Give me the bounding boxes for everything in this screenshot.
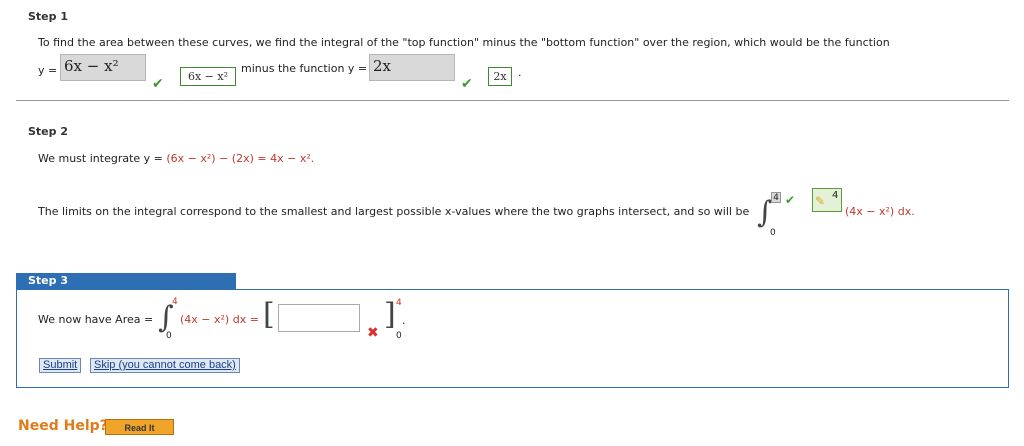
- key-icon: ✎: [815, 194, 826, 208]
- incorrect-icon: ✖: [367, 325, 379, 341]
- lower-limit: 0: [770, 228, 776, 238]
- integrate-prefix: We must integrate y =: [38, 152, 167, 165]
- area-prefix: We now have Area =: [38, 313, 154, 326]
- minus-function-text: minus the function y =: [241, 62, 368, 75]
- step3-dot: .: [402, 314, 406, 327]
- upper-limit-field[interactable]: 4: [771, 192, 781, 203]
- integrate-expression: (6x − x²) − (2x) = 4x − x².: [166, 152, 315, 165]
- y-label: y =: [38, 64, 58, 77]
- integrate-statement: We must integrate y = (6x − x²) − (2x) =…: [38, 152, 314, 165]
- correct-answer-bottom-function: 2x: [488, 67, 512, 86]
- step2-title: Step 2: [28, 125, 68, 138]
- answer-field-bottom-function[interactable]: 2x: [369, 54, 455, 81]
- correct-answer-top-function: 6x − x²: [180, 67, 236, 86]
- checkmark-icon: ✔: [785, 193, 796, 207]
- submit-button[interactable]: Submit: [39, 358, 82, 373]
- step3-integrand: (4x − x²) dx =: [180, 313, 259, 326]
- eval-upper: 4: [396, 298, 402, 308]
- checkmark-icon: ✔: [152, 76, 164, 92]
- period: .: [518, 66, 522, 79]
- checkmark-icon: ✔: [461, 76, 473, 92]
- limits-text: The limits on the integral correspond to…: [38, 205, 750, 218]
- area-answer-input[interactable]: [278, 304, 360, 332]
- integral-lower-limit: 0: [166, 331, 172, 341]
- step1-title: Step 1: [28, 10, 68, 23]
- integral-upper-limit: 4: [172, 297, 178, 307]
- answer-field-top-function[interactable]: 6x − x²: [60, 54, 146, 81]
- step3-title: Step 3: [16, 273, 236, 289]
- skip-button[interactable]: Skip (you cannot come back): [90, 358, 240, 373]
- read-it-button[interactable]: Read It: [105, 419, 174, 435]
- bracket-left: [: [263, 297, 275, 332]
- divider: [16, 100, 1009, 101]
- hint-value: 4: [832, 190, 839, 201]
- hint-key-box[interactable]: ✎ 4: [812, 188, 842, 212]
- step1-intro: To find the area between these curves, w…: [38, 36, 890, 49]
- step2-integrand: (4x − x²) dx.: [845, 205, 915, 218]
- need-help-title: Need Help?: [18, 418, 108, 434]
- eval-lower: 0: [396, 331, 402, 341]
- bracket-right: ]: [384, 297, 396, 332]
